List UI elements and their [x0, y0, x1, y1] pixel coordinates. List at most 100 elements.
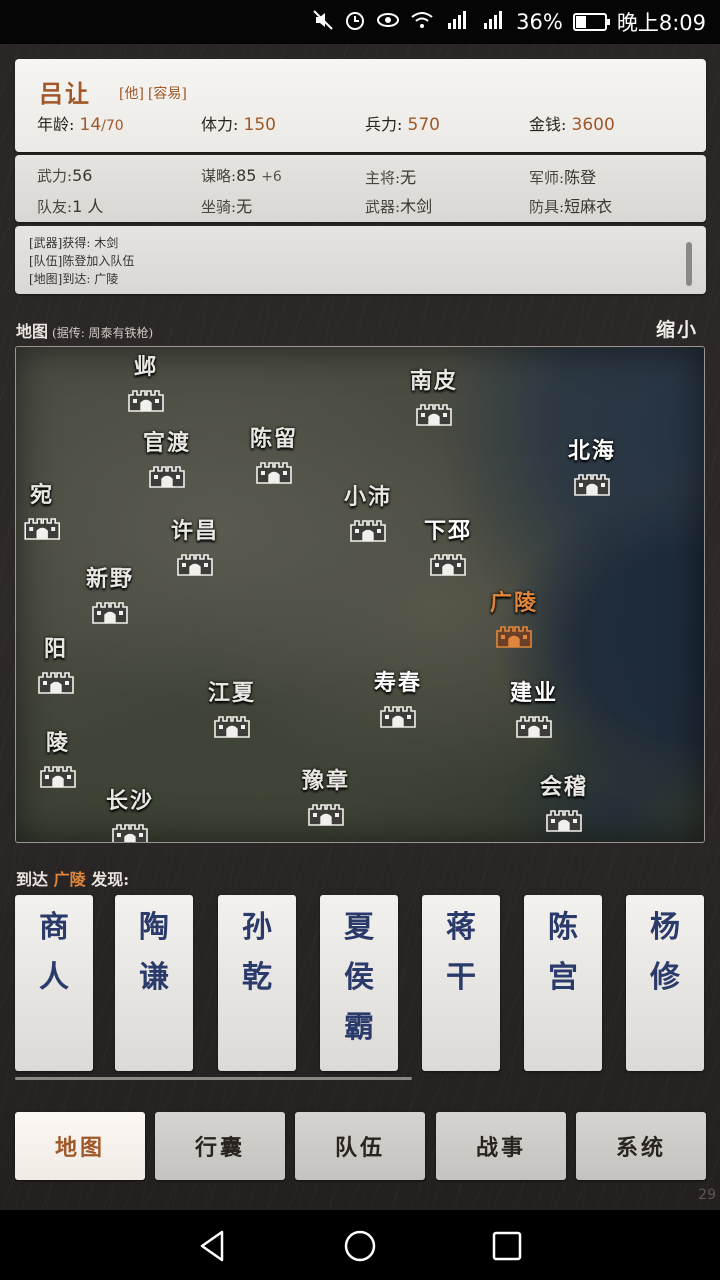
map-city[interactable]: 寿春: [374, 665, 422, 729]
arrival-suffix: 发现:: [91, 870, 130, 889]
map-city-name: 长沙: [105, 788, 155, 814]
person-name: 蒋干: [446, 910, 476, 995]
age-stat: 年龄: 14/70: [37, 111, 201, 135]
person-name: 孙乾: [242, 910, 272, 995]
shrink-map-button[interactable]: 缩小: [656, 315, 698, 342]
map-city[interactable]: 阳: [37, 631, 75, 695]
money-value: 3600: [571, 115, 615, 135]
map-city[interactable]: 下邳: [424, 513, 472, 577]
map-view[interactable]: 邺南皮官渡 陈留 北海小沛许昌 下邳新野 广陵阳江夏 寿春 建业陵豫章 会稽 长沙 宛: [15, 346, 705, 843]
tab-button[interactable]: 地图: [15, 1112, 145, 1180]
armor-stat: 防具:短麻衣: [529, 193, 693, 217]
map-city-name: 陈留: [249, 426, 299, 452]
map-city-name: 官渡: [142, 430, 192, 456]
weapon-value: 木剑: [400, 196, 433, 216]
mount-value: 无: [236, 196, 253, 216]
character-tags: [他] [容易]: [119, 83, 191, 103]
map-city[interactable]: 长沙: [105, 783, 155, 842]
stamina-label: 体力:: [201, 115, 239, 134]
strategy-label: 谋略:: [201, 167, 237, 185]
tab-button[interactable]: 行囊: [155, 1112, 285, 1180]
map-city-name: 小沛: [343, 484, 393, 510]
stamina-value: 150: [243, 115, 276, 135]
troops-value: 570: [407, 115, 440, 135]
castle-icon: [545, 805, 583, 833]
back-icon[interactable]: [192, 1226, 232, 1266]
battery-level: [575, 16, 586, 28]
map-city[interactable]: 陵: [39, 725, 77, 789]
arrival-prefix: 到达: [16, 870, 49, 889]
log-lines: [武器]获得: 木剑 [队伍]陈登加入队伍 [地图]到达: 广陵: [29, 234, 134, 288]
castle-icon: [148, 461, 186, 489]
map-city[interactable]: 会稽: [540, 769, 588, 833]
castle-icon: [495, 621, 533, 649]
map-city[interactable]: 许昌: [171, 513, 219, 577]
castle-icon: [515, 711, 553, 739]
home-icon[interactable]: [340, 1226, 380, 1266]
map-city-name: 阳: [43, 636, 68, 662]
map-city-name: 许昌: [170, 518, 220, 544]
recents-icon[interactable]: [487, 1226, 527, 1266]
battery-percent: 36%: [516, 10, 563, 34]
person-card[interactable]: 陈宫: [524, 895, 602, 1071]
signal-x-icon: [480, 9, 506, 36]
map-city[interactable]: 广陵: [490, 585, 538, 649]
character-name: 吕让: [39, 79, 91, 108]
castle-icon: [37, 667, 75, 695]
age-max: /70: [101, 118, 124, 134]
mute-icon: [312, 9, 334, 36]
map-city[interactable]: 官渡: [143, 425, 191, 489]
money-stat: 金钱: 3600: [529, 111, 693, 135]
person-card[interactable]: 陶谦: [115, 895, 193, 1071]
map-city[interactable]: 新野: [86, 561, 134, 625]
map-city[interactable]: 江夏: [208, 675, 256, 739]
castle-icon: [23, 513, 61, 541]
castle-icon: [307, 799, 345, 827]
castle-icon: [111, 819, 149, 842]
general-value: 无: [400, 167, 417, 187]
battery-icon: [572, 13, 610, 31]
map-city[interactable]: 豫章: [302, 763, 350, 827]
map-city-name: 邺: [133, 354, 158, 380]
map-header: 地图 (据传: 周泰有铁枪): [16, 318, 153, 342]
tab-button[interactable]: 战事: [436, 1112, 566, 1180]
signal-4g-icon: [444, 9, 470, 36]
character-panel: 吕让 [他] [容易] 年龄: 14/70 体力: 150 兵力: 570 金钱:…: [15, 59, 706, 152]
person-card[interactable]: 蒋干: [422, 895, 500, 1071]
castle-icon: [127, 385, 165, 413]
log-line: [队伍]陈登加入队伍: [29, 254, 135, 268]
person-card[interactable]: 商人: [15, 895, 93, 1071]
person-card[interactable]: 杨修: [626, 895, 704, 1071]
castle-icon: [213, 711, 251, 739]
map-city[interactable]: 北海: [568, 433, 616, 497]
map-city-name: 南皮: [409, 368, 459, 394]
person-card[interactable]: 夏侯霸: [320, 895, 398, 1071]
teammates-value: 1 人: [72, 196, 104, 216]
castle-icon: [39, 761, 77, 789]
advisor-label: 军师:: [529, 168, 565, 187]
person-card[interactable]: 孙乾: [218, 895, 296, 1071]
tab-button[interactable]: 系统: [576, 1112, 706, 1180]
tab-button[interactable]: 队伍: [295, 1112, 425, 1180]
log-scrollbar[interactable]: [686, 242, 692, 286]
castle-icon: [379, 701, 417, 729]
map-city[interactable]: 陈留: [250, 421, 298, 485]
map-city[interactable]: 宛: [23, 477, 61, 541]
armor-label: 防具:: [529, 197, 565, 216]
strength-label: 武力:: [37, 167, 73, 185]
map-city-name: 陵: [45, 730, 70, 756]
weapon-stat: 武器:木剑: [365, 193, 529, 217]
map-city[interactable]: 建业: [510, 675, 558, 739]
map-city[interactable]: 南皮: [410, 363, 458, 427]
difficulty-tag: [容易]: [147, 86, 187, 102]
map-city[interactable]: 邺: [127, 349, 165, 413]
map-city[interactable]: 小沛: [344, 479, 392, 543]
map-hint: (据传: 周泰有铁枪): [52, 326, 154, 340]
event-log[interactable]: [武器]获得: 木剑 [队伍]陈登加入队伍 [地图]到达: 广陵: [15, 226, 706, 294]
advisor-value: 陈登: [564, 167, 597, 187]
bottom-tabs: 地图 行囊 队伍 战事 系统: [15, 1112, 706, 1180]
cards-scrollbar[interactable]: [15, 1077, 412, 1080]
general-stat: 主将:无: [365, 164, 529, 188]
mount-stat: 坐骑:无: [201, 193, 365, 217]
teammates-label: 队友:: [37, 197, 73, 216]
